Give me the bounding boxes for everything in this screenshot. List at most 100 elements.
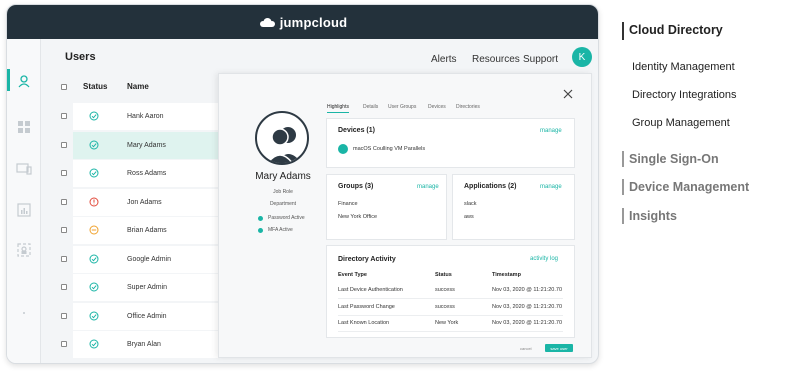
cancel-button[interactable]: cancel xyxy=(520,346,532,351)
row-checkbox[interactable] xyxy=(61,312,67,319)
applications-card-title: Applications (2) xyxy=(464,183,517,190)
group-item: Finance xyxy=(338,201,358,207)
section-device-management: Device Management xyxy=(629,180,750,194)
status-ok-icon xyxy=(89,282,99,292)
avatar[interactable]: K xyxy=(572,47,592,67)
status-ok-icon xyxy=(89,140,99,149)
activity-timestamp: Nov 03, 2020 @ 11:21:20.70 xyxy=(492,303,563,310)
tab-directories[interactable]: Directories xyxy=(456,104,480,110)
groups-card-title: Groups (3) xyxy=(338,183,374,190)
status-ok-icon xyxy=(89,168,99,178)
table-row[interactable]: Brian Adams xyxy=(41,217,241,244)
user-icon[interactable] xyxy=(16,73,32,89)
activity-timestamp: Nov 03, 2020 @ 11:21:20.70 xyxy=(492,320,563,326)
table-row[interactable]: Ross Adams xyxy=(41,160,241,187)
tab-user-groups[interactable]: User Groups xyxy=(388,104,416,110)
row-checkbox[interactable] xyxy=(61,141,67,148)
applications-manage-link[interactable]: manage xyxy=(540,184,562,190)
section-bar xyxy=(622,179,624,195)
profile-name: Mary Adams xyxy=(255,171,311,182)
apps-grid-icon[interactable] xyxy=(16,119,32,135)
tab-highlights[interactable]: Highlights xyxy=(327,104,349,113)
row-checkbox[interactable] xyxy=(61,255,67,262)
devices-manage-link[interactable]: manage xyxy=(540,128,562,134)
row-name: Mary Adams xyxy=(127,141,166,149)
row-checkbox[interactable] xyxy=(61,284,67,290)
select-all-checkbox[interactable] xyxy=(61,84,67,90)
row-checkbox[interactable] xyxy=(61,113,67,119)
devices-icon[interactable] xyxy=(16,161,32,177)
column-name: Name xyxy=(127,82,149,91)
row-name: Brian Adams xyxy=(127,227,167,234)
application-item: aws xyxy=(464,214,474,220)
section-single-sign-on: Single Sign-On xyxy=(629,152,719,166)
divider xyxy=(338,331,563,332)
active-section-bar xyxy=(622,22,624,40)
activity-event: Last Known Location xyxy=(338,320,390,326)
devices-card xyxy=(326,118,575,168)
brand-name: jumpcloud xyxy=(279,14,348,30)
section-cloud-directory: Cloud Directory xyxy=(629,23,723,37)
status-ok-icon xyxy=(89,339,99,349)
table-row[interactable]: Jon Adams xyxy=(41,188,241,216)
activity-header-timestamp: Timestamp xyxy=(492,272,521,278)
status-dot-icon xyxy=(258,227,263,233)
table-row[interactable]: Hank Aaron xyxy=(41,103,241,130)
status-ok-icon xyxy=(89,311,99,320)
activity-header-event: Event Type xyxy=(338,272,367,278)
more-icon[interactable] xyxy=(16,305,32,321)
row-name: Office Admin xyxy=(127,312,167,320)
nav-alerts[interactable]: Alerts xyxy=(431,54,457,65)
save-user-button[interactable]: save user xyxy=(545,344,573,352)
devices-card-title: Devices (1) xyxy=(338,127,375,134)
profile-department: Department xyxy=(269,201,297,207)
profile-avatar xyxy=(255,111,309,165)
table-row[interactable]: Super Admin xyxy=(41,274,241,301)
table-row[interactable]: Bryan Alan xyxy=(41,331,241,358)
security-icon[interactable] xyxy=(16,242,32,258)
groups-manage-link[interactable]: manage xyxy=(417,184,439,190)
tab-details[interactable]: Details xyxy=(363,104,378,110)
activity-log-link[interactable]: activity log xyxy=(530,256,558,262)
row-name: Bryan Alan xyxy=(127,341,161,348)
tab-devices[interactable]: Devices xyxy=(428,104,446,110)
profile-job-role: Job Role xyxy=(273,189,293,195)
close-icon[interactable] xyxy=(562,88,574,100)
activity-status: success xyxy=(435,303,455,310)
section-insights: Insights xyxy=(629,209,677,223)
activity-timestamp: Nov 03, 2020 @ 11:21:20.70 xyxy=(492,287,563,293)
column-status: Status xyxy=(83,82,108,91)
status-dot-icon xyxy=(258,215,263,221)
group-item: New York Office xyxy=(338,214,378,220)
left-rail xyxy=(7,39,41,363)
status-warning-icon xyxy=(89,225,99,235)
divider xyxy=(338,298,563,299)
row-checkbox[interactable] xyxy=(61,198,67,205)
row-checkbox[interactable] xyxy=(61,227,67,233)
table-row[interactable]: Office Admin xyxy=(41,302,241,330)
table-row[interactable]: Google Admin xyxy=(41,245,241,273)
reports-icon[interactable] xyxy=(16,202,32,218)
password-active-flag: Password Active xyxy=(258,215,305,221)
row-checkbox[interactable] xyxy=(61,341,67,347)
users-table: Status Name Hank Aaron Mary Adams Ross Ada… xyxy=(41,75,241,363)
application-item: slack xyxy=(464,201,477,207)
mfa-active-flag: MFA Active xyxy=(258,227,293,233)
activity-event: Last Device Authentication xyxy=(338,287,403,293)
status-error-icon xyxy=(89,197,99,206)
nav-support[interactable]: Support xyxy=(523,54,558,65)
page-header: Users Alerts Resources Support K xyxy=(41,39,598,75)
device-item[interactable]: macOS Coulling VM Parallels xyxy=(338,144,425,154)
feature-item: Group Management xyxy=(632,117,730,129)
row-checkbox[interactable] xyxy=(61,170,67,176)
table-header: Status Name xyxy=(41,75,241,99)
nav-resources[interactable]: Resources xyxy=(472,54,520,65)
row-name: Jon Adams xyxy=(127,198,162,206)
table-row[interactable]: Mary Adams xyxy=(41,131,241,159)
activity-status: New York xyxy=(435,320,459,326)
row-name: Ross Adams xyxy=(127,170,167,177)
apple-device-icon xyxy=(338,144,348,154)
page-title: Users xyxy=(65,51,96,63)
row-name: Hank Aaron xyxy=(127,113,164,120)
status-ok-icon xyxy=(89,254,99,263)
